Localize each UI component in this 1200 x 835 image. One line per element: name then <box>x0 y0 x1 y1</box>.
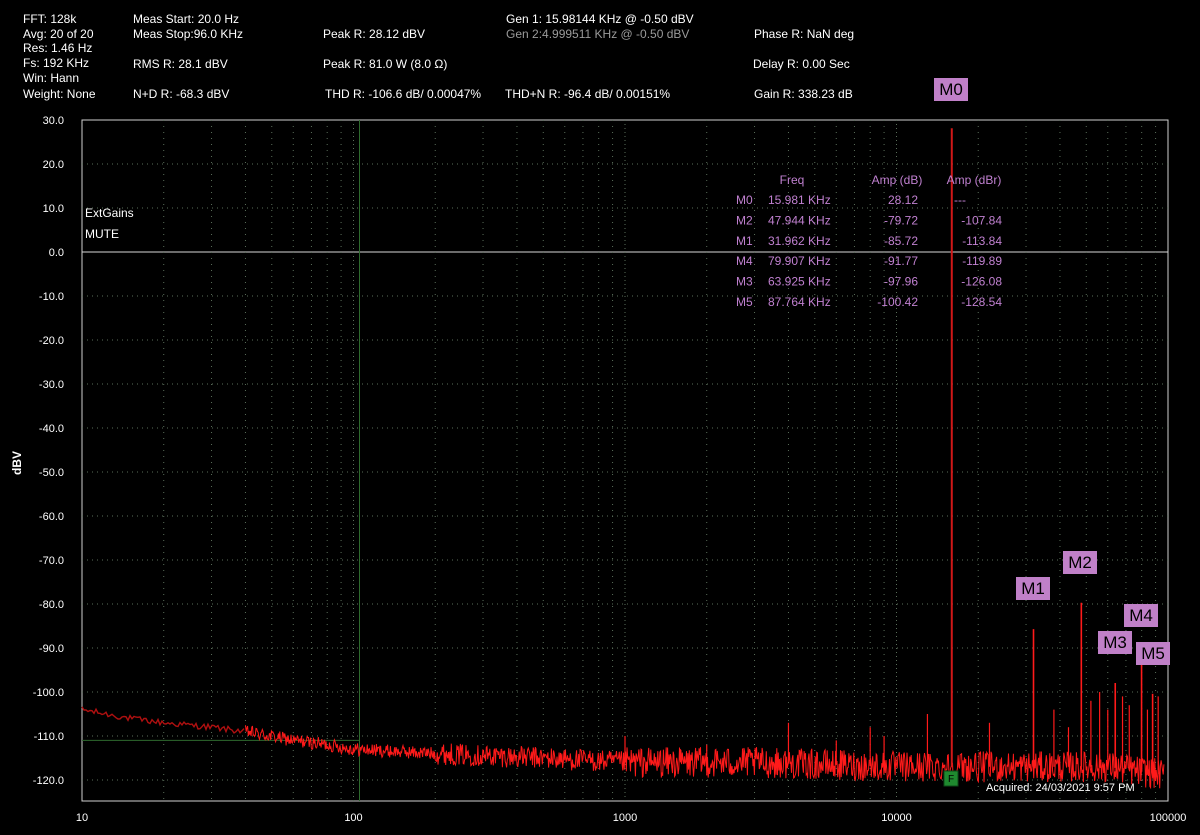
table-cell-marker: M1 <box>736 234 753 248</box>
table-cell-amp-rel: -126.08 <box>961 275 1002 289</box>
table-cell-amp: -79.72 <box>884 213 918 227</box>
x-tick-label: 100000 <box>1150 812 1187 824</box>
table-cell-amp-rel: -107.84 <box>961 213 1002 227</box>
x-tick-label: 10000 <box>881 812 912 824</box>
table-header: Amp (dB) <box>872 173 923 187</box>
table-cell-marker: M4 <box>736 254 753 268</box>
table-cell-amp: -97.96 <box>884 275 918 289</box>
y-tick-label: -90.0 <box>39 643 64 655</box>
flag-marker-label: F <box>948 774 954 785</box>
table-cell-amp: -91.77 <box>884 254 918 268</box>
marker-label-m5: M5 <box>1141 644 1165 663</box>
y-tick-label: 0.0 <box>49 247 64 259</box>
ext-gains-label: ExtGains <box>85 206 134 220</box>
table-cell-amp-rel: -119.89 <box>962 254 1002 268</box>
table-cell-freq: 63.925 KHz <box>768 275 831 289</box>
table-cell-amp: -100.42 <box>877 295 918 309</box>
table-cell-marker: M5 <box>736 295 753 309</box>
y-tick-label: -70.0 <box>39 555 64 567</box>
table-cell-freq: 47.944 KHz <box>768 213 831 227</box>
y-tick-label: -60.0 <box>39 511 64 523</box>
y-tick-label: -110.0 <box>34 731 64 743</box>
y-tick-label: -120.0 <box>33 775 64 787</box>
marker-label-m4: M4 <box>1129 606 1153 625</box>
y-tick-label: 30.0 <box>43 115 64 127</box>
table-header: Freq <box>780 173 805 187</box>
y-tick-label: -10.0 <box>39 291 64 303</box>
fft-spectrum-chart: 30.0 20.0 10.0 0.0 -10.0 -20.0 -30.0 -40.0 -50.0… <box>33 78 1187 824</box>
table-cell-amp: 28.12 <box>888 193 918 207</box>
x-tick-label: 1000 <box>613 812 637 824</box>
y-tick-label: -20.0 <box>39 335 64 347</box>
y-tick-label: -80.0 <box>39 599 64 611</box>
y-tick-label: -30.0 <box>39 379 64 391</box>
grid-lines <box>81 119 1169 802</box>
table-cell-freq: 15.981 KHz <box>768 193 831 207</box>
table-cell-amp-rel: -113.84 <box>962 234 1002 248</box>
table-cell-amp-rel: --- <box>954 193 966 207</box>
table-cell-amp-rel: -128.54 <box>961 295 1002 309</box>
table-cell-freq: 87.764 KHz <box>768 295 831 309</box>
marker-label-m2: M2 <box>1068 553 1092 572</box>
marker-label-m3: M3 <box>1103 633 1127 652</box>
x-tick-label: 100 <box>344 812 362 824</box>
y-tick-label: -100.0 <box>33 687 64 699</box>
marker-label-m1: M1 <box>1021 579 1045 598</box>
table-cell-marker: M2 <box>736 213 753 227</box>
y-tick-label: 20.0 <box>43 159 64 171</box>
x-tick-label: 10 <box>76 812 88 824</box>
y-tick-label: -40.0 <box>39 423 64 435</box>
table-cell-marker: M0 <box>736 193 753 207</box>
table-header: Amp (dBr) <box>947 173 1002 187</box>
table-cell-marker: M3 <box>736 275 753 289</box>
mute-label: MUTE <box>85 227 119 241</box>
y-tick-label: 10.0 <box>43 203 64 215</box>
y-tick-label: -50.0 <box>39 467 64 479</box>
acquired-timestamp: Acquired: 24/03/2021 9:57 PM <box>986 782 1135 794</box>
marker-label-m0: M0 <box>939 80 963 99</box>
table-cell-freq: 79.907 KHz <box>768 254 831 268</box>
table-cell-freq: 31.962 KHz <box>768 234 831 248</box>
table-cell-amp: -85.72 <box>884 234 918 248</box>
